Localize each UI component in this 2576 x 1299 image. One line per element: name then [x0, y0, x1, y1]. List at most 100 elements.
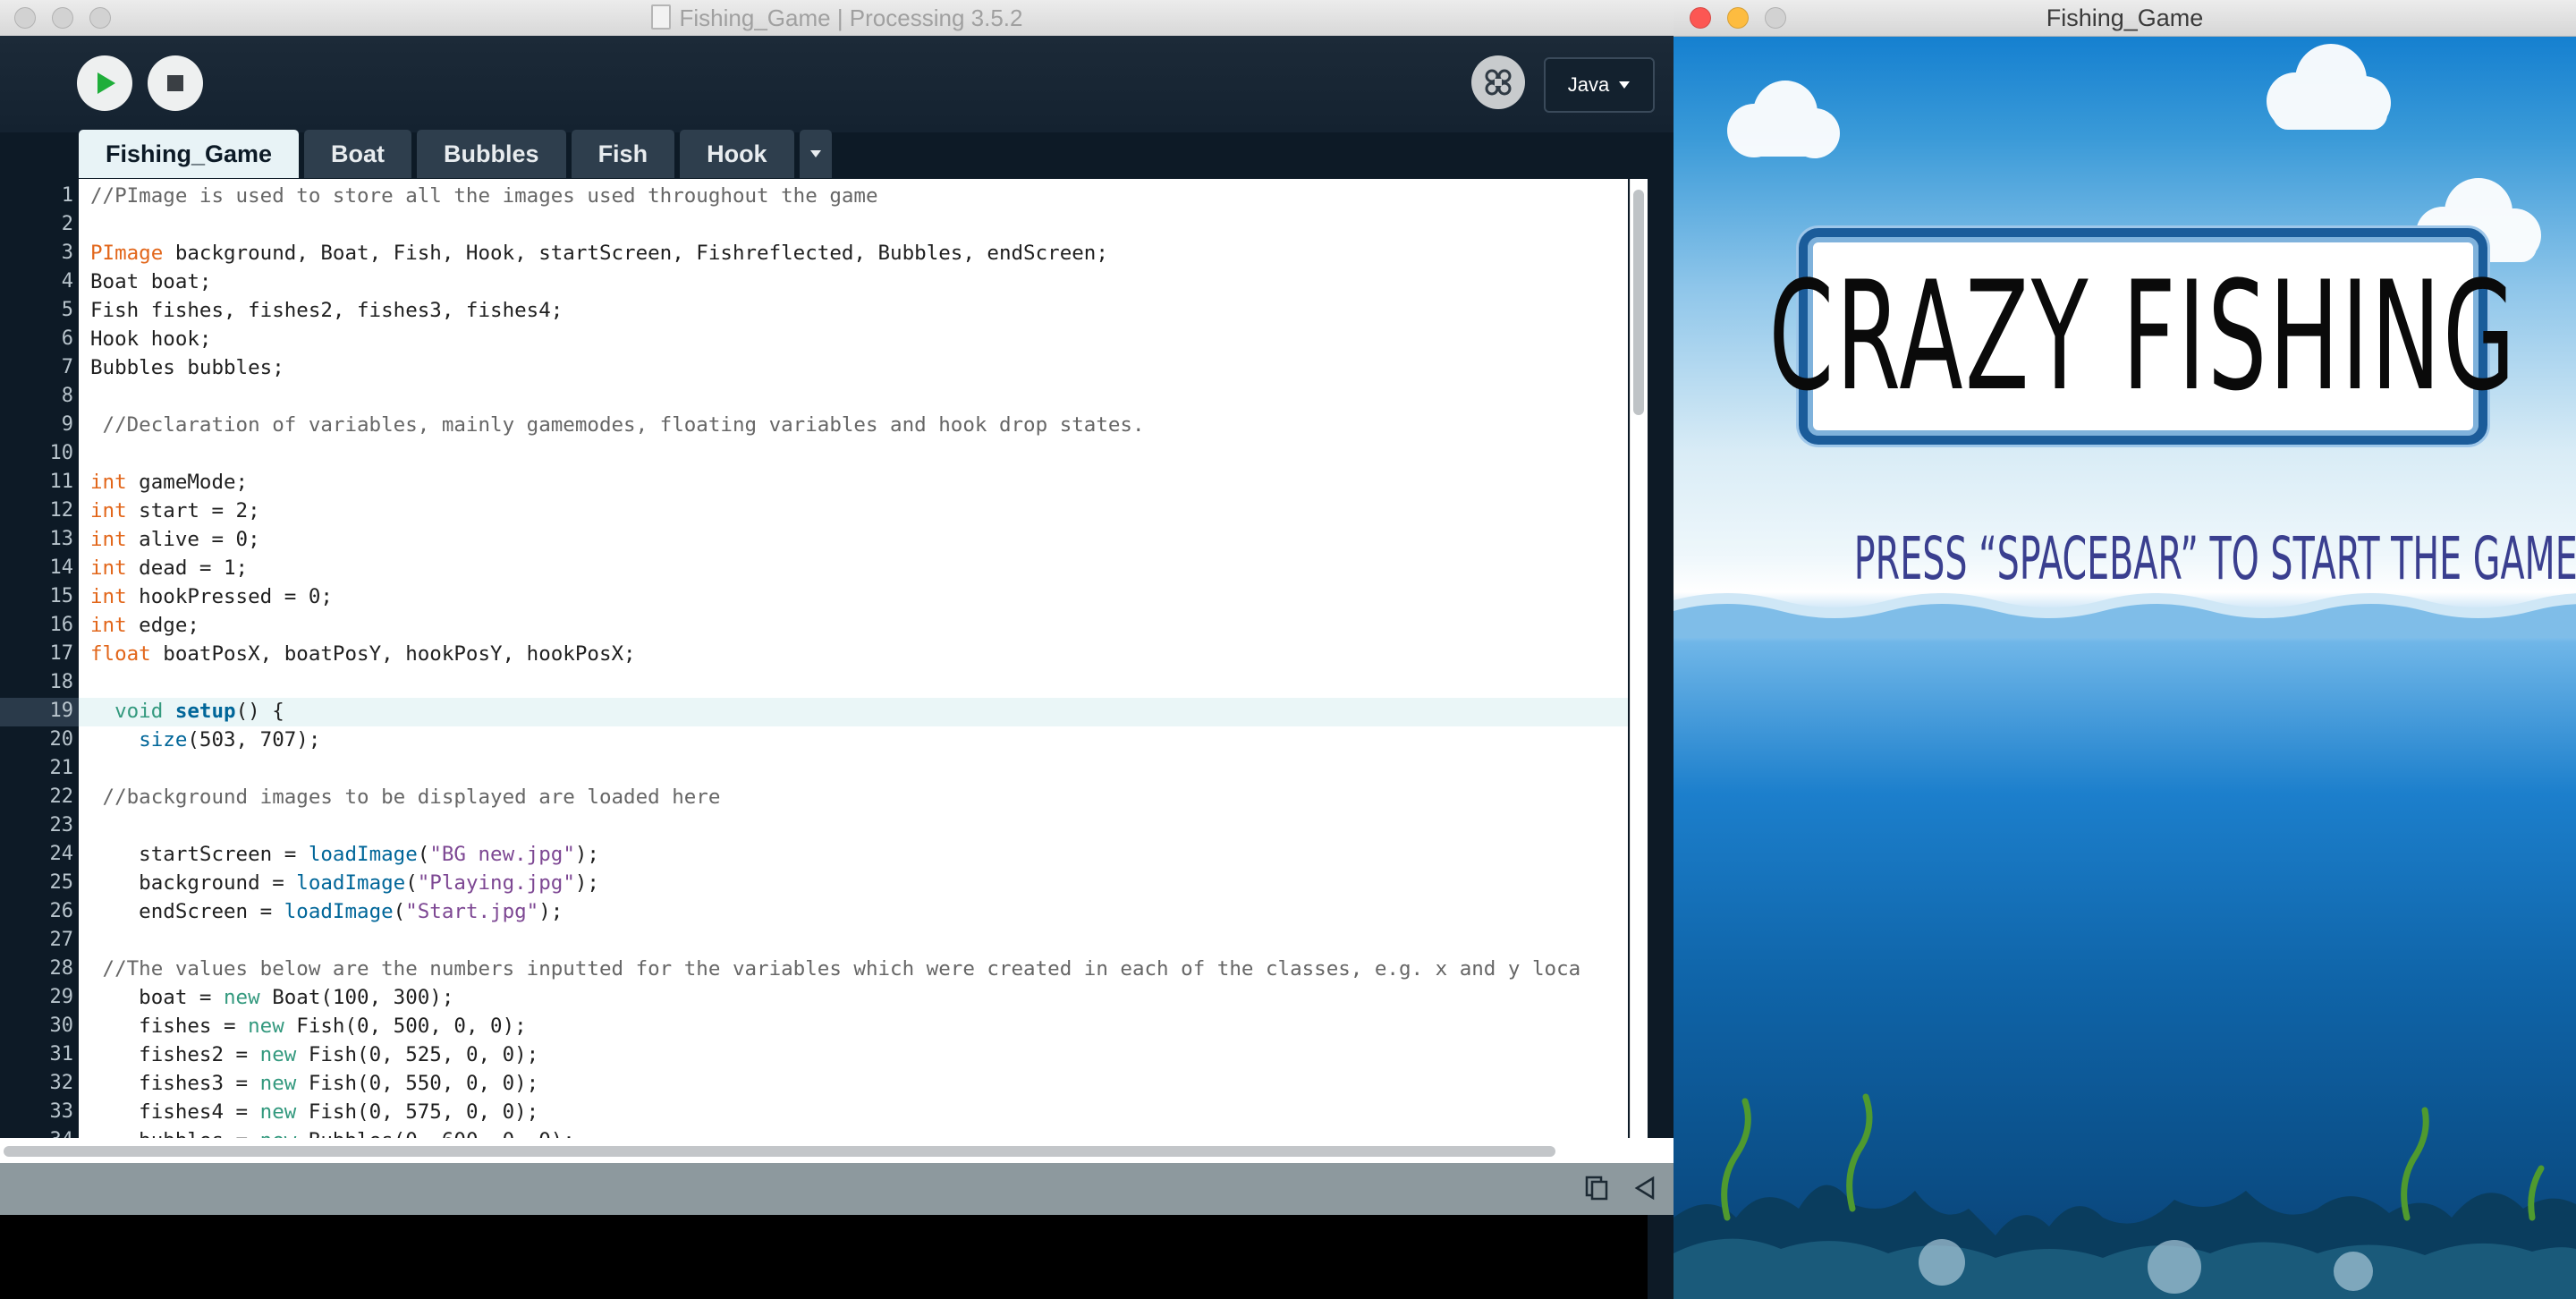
line-number: 2	[61, 213, 73, 235]
code-line[interactable]: int alive = 0;	[90, 528, 260, 551]
processing-ide-window: Fishing_Game | Processing 3.5.2 Java Fis…	[0, 0, 1674, 1299]
line-number: 15	[49, 585, 74, 607]
code-line[interactable]: endScreen = loadImage("Start.jpg");	[90, 900, 563, 923]
line-number: 8	[61, 385, 73, 407]
line-number: 30	[49, 1015, 74, 1037]
line-number: 9	[61, 413, 73, 436]
line-number: 27	[49, 929, 74, 951]
line-number: 7	[61, 356, 73, 378]
message-bar	[0, 1163, 1674, 1215]
cloud-image	[2267, 44, 2391, 130]
console-scrollbar[interactable]	[1648, 1215, 1674, 1299]
editor-right-margin	[1648, 179, 1674, 1138]
stop-icon	[167, 75, 183, 91]
line-number: 12	[49, 499, 74, 522]
code-line[interactable]: fishes4 = new Fish(0, 575, 0, 0);	[90, 1100, 538, 1124]
line-number: 26	[49, 900, 74, 922]
code-line[interactable]: int gameMode;	[90, 471, 248, 494]
tab-fishing-game[interactable]: Fishing_Game	[79, 130, 300, 178]
code-line[interactable]: startScreen = loadImage("BG new.jpg");	[90, 843, 599, 866]
line-number: 18	[49, 671, 74, 693]
play-icon	[97, 72, 115, 94]
line-number: 3	[61, 242, 73, 264]
code-line[interactable]: float boatPosX, boatPosY, hookPosY, hook…	[90, 642, 636, 666]
current-line-highlight	[79, 698, 1628, 726]
window-title-text: Fishing_Game | Processing 3.5.2	[679, 4, 1023, 31]
editor-vertical-scrollbar[interactable]	[1630, 179, 1648, 1138]
line-number: 32	[49, 1072, 74, 1094]
code-line[interactable]: size(503, 707);	[90, 728, 320, 751]
cloud-image	[1727, 81, 1840, 158]
game-title: CRAZY FISHING	[1768, 249, 2518, 424]
debug-icon	[1485, 69, 1512, 96]
tab-bubbles[interactable]: Bubbles	[417, 130, 566, 178]
code-line[interactable]: fishes3 = new Fish(0, 550, 0, 0);	[90, 1072, 538, 1095]
line-number: 28	[49, 957, 74, 980]
sketch-window: Fishing_Game CRAZY FISHING PRESS “SPACEB…	[1674, 0, 2576, 1299]
code-line[interactable]: //PImage is used to store all the images…	[90, 184, 878, 208]
coral-reef-image	[1674, 1093, 2576, 1299]
line-number: 6	[61, 327, 73, 350]
code-line[interactable]: fishes2 = new Fish(0, 525, 0, 0);	[90, 1043, 538, 1066]
tab-fish[interactable]: Fish	[571, 130, 675, 178]
code-line[interactable]: Fish fishes, fishes2, fishes3, fishes4;	[90, 299, 563, 322]
line-number: 20	[49, 728, 74, 751]
game-canvas[interactable]: CRAZY FISHING PRESS “SPACEBAR” TO START …	[1674, 37, 2576, 1299]
line-number: 16	[49, 614, 74, 636]
vertical-scroll-thumb[interactable]	[1633, 190, 1644, 415]
code-line[interactable]: boat = new Boat(100, 300);	[90, 986, 453, 1009]
code-line[interactable]: //background images to be displayed are …	[90, 785, 721, 809]
collapse-icon[interactable]	[1633, 1176, 1657, 1201]
code-line[interactable]: //The values below are the numbers input…	[90, 957, 1581, 981]
code-line[interactable]: Bubbles bubbles;	[90, 356, 284, 379]
sketch-titlebar: Fishing_Game	[1674, 0, 2576, 37]
code-line[interactable]: fishes = new Fish(0, 500, 0, 0);	[90, 1015, 527, 1038]
code-editor[interactable]: //PImage is used to store all the images…	[79, 179, 1628, 1138]
code-line[interactable]: Boat boat;	[90, 270, 211, 293]
code-line[interactable]: void setup() {	[90, 700, 284, 723]
ide-toolbar: Java	[0, 36, 1674, 132]
line-number: 25	[49, 871, 74, 894]
mode-select-label: Java	[1567, 73, 1610, 96]
window-title: Fishing_Game | Processing 3.5.2	[0, 0, 1674, 36]
horizontal-scroll-thumb[interactable]	[4, 1146, 1555, 1157]
code-line[interactable]: int hookPressed = 0;	[90, 585, 333, 608]
start-prompt: PRESS “SPACEBAR” TO START THE GAME	[1853, 524, 2576, 593]
ide-titlebar: Fishing_Game | Processing 3.5.2	[0, 0, 1674, 37]
line-number: 21	[49, 757, 74, 779]
line-number: 11	[49, 471, 74, 493]
line-number: 23	[49, 814, 74, 836]
chevron-down-icon	[809, 150, 821, 157]
line-number: 5	[61, 299, 73, 321]
tab-hook[interactable]: Hook	[680, 130, 794, 178]
document-icon	[650, 4, 671, 30]
tabs-menu-button[interactable]	[799, 130, 832, 178]
line-number: 1	[61, 184, 73, 207]
line-number: 24	[49, 843, 74, 865]
stop-button[interactable]	[148, 55, 203, 111]
code-line[interactable]: bubbles = new Bubbles(0, 600, 0, 0);	[90, 1129, 575, 1138]
line-number: 33	[49, 1100, 74, 1123]
code-line[interactable]: int start = 2;	[90, 499, 260, 522]
mode-select[interactable]: Java	[1544, 57, 1655, 113]
tab-boat[interactable]: Boat	[304, 130, 412, 178]
copy-icon[interactable]	[1585, 1176, 1608, 1201]
debug-button[interactable]	[1471, 55, 1525, 109]
code-line[interactable]: //Declaration of variables, mainly gamem…	[90, 413, 1145, 437]
game-logo: CRAZY FISHING	[1769, 228, 2515, 445]
chevron-down-icon	[1619, 81, 1631, 89]
code-line[interactable]: background = loadImage("Playing.jpg");	[90, 871, 599, 895]
editor-horizontal-scrollbar[interactable]	[0, 1138, 1674, 1163]
line-number: 29	[49, 986, 74, 1008]
line-number: 31	[49, 1043, 74, 1066]
code-line[interactable]: Hook hook;	[90, 327, 211, 351]
code-line[interactable]: int dead = 1;	[90, 556, 248, 580]
code-line[interactable]: PImage background, Boat, Fish, Hook, sta…	[90, 242, 1108, 265]
code-line[interactable]: int edge;	[90, 614, 199, 637]
line-number: 13	[49, 528, 74, 550]
sketch-tabs: Fishing_Game Boat Bubbles Fish Hook	[79, 130, 832, 178]
line-number: 10	[49, 442, 74, 464]
console-area[interactable]	[0, 1215, 1648, 1299]
sea-surface-wave	[1674, 593, 2576, 638]
run-button[interactable]	[77, 55, 132, 111]
